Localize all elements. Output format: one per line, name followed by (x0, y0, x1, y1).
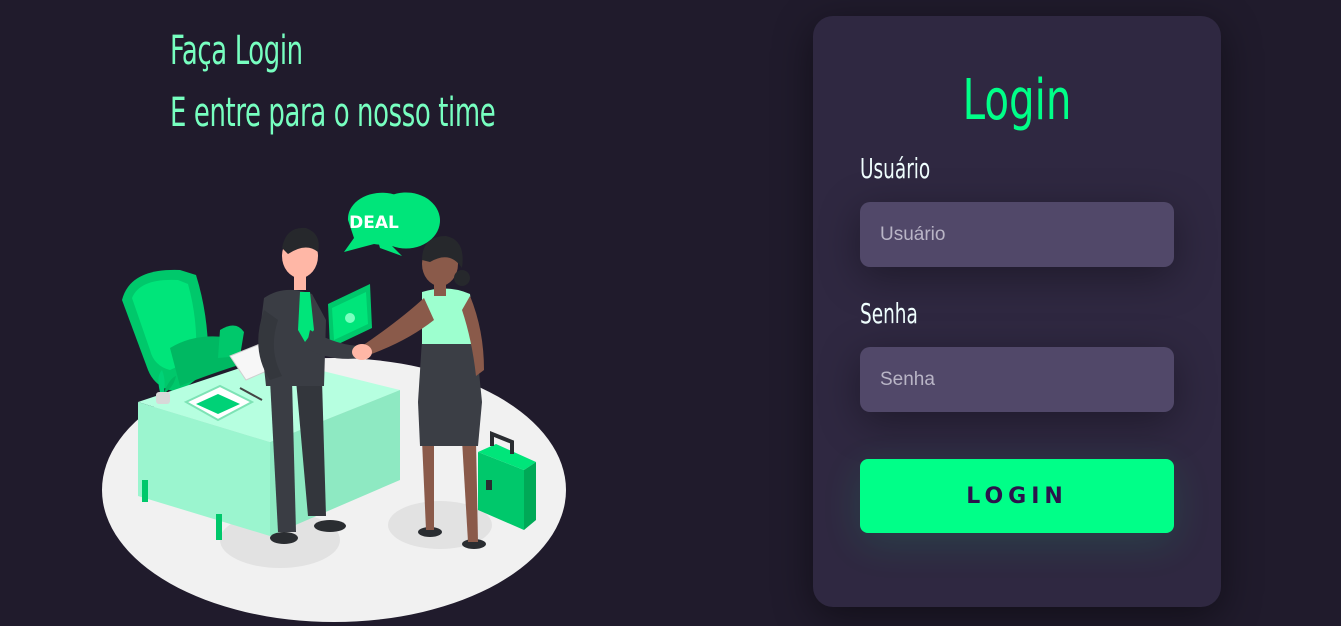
username-input[interactable] (860, 202, 1174, 267)
deal-speech-bubble-text: DEAL (349, 213, 399, 233)
hero-headline: Faça Login E entre para o nosso time (170, 20, 496, 144)
password-label: Senha (860, 297, 918, 330)
login-button[interactable]: LOGIN (860, 459, 1174, 533)
login-card: Login Usuário Senha LOGIN (813, 16, 1221, 607)
username-label: Usuário (860, 152, 931, 185)
hero-title: Faça Login (170, 28, 303, 74)
login-card-title: Login (962, 68, 1072, 133)
handshake-deal-illustration: DEAL (102, 192, 566, 622)
hero-subtitle: E entre para o nosso time (170, 90, 496, 136)
login-page: Faça Login E entre para o nosso time DEA… (0, 0, 1341, 626)
password-input[interactable] (860, 347, 1174, 412)
